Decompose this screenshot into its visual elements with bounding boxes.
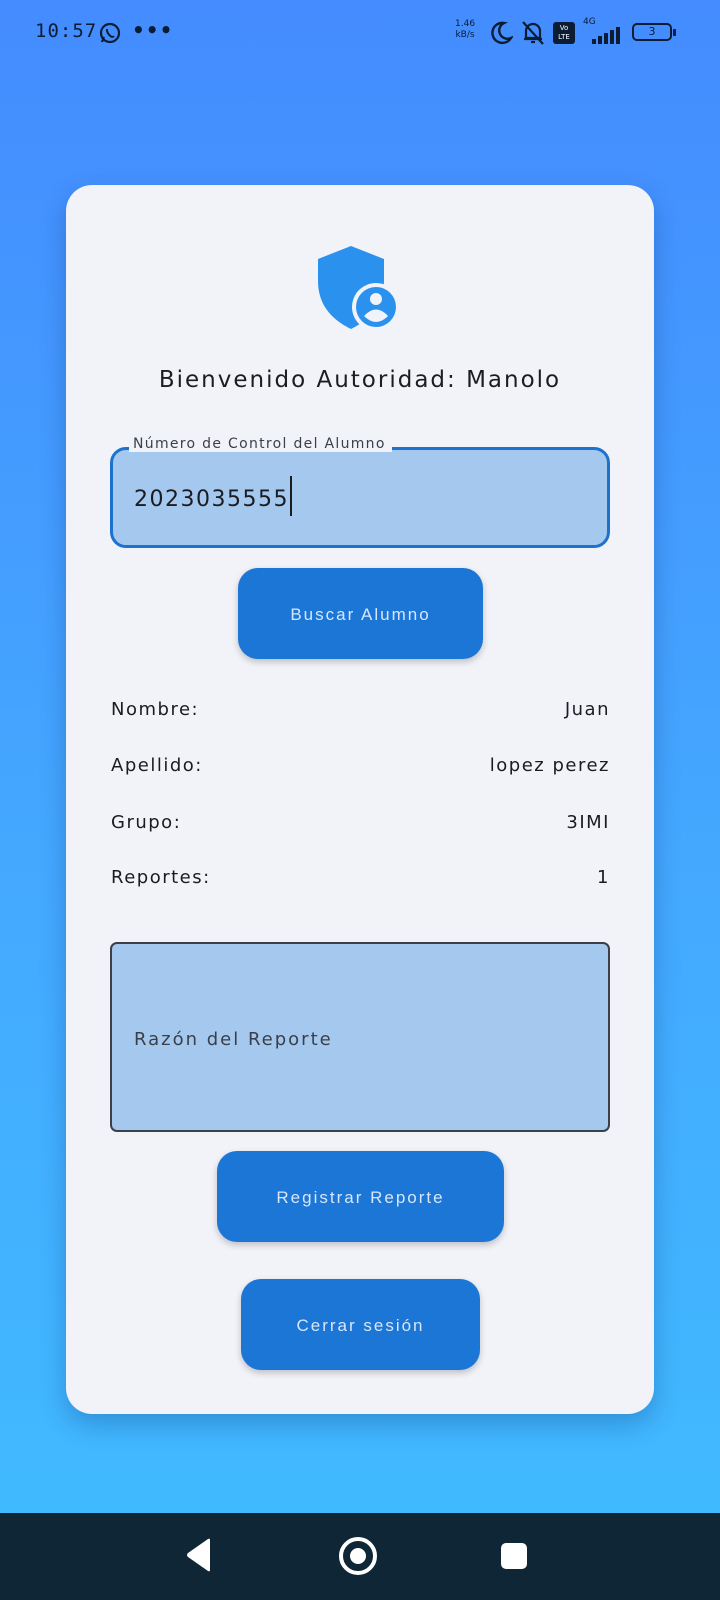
signal-icon [584,27,624,49]
net-speed-unit: kB/s [455,30,475,40]
back-icon[interactable] [186,1538,212,1576]
moon-icon [489,20,515,50]
control-number-label: Número de Control del Alumno [129,436,392,452]
text-caret [289,476,292,516]
net-speed: 1.46 kB/s [455,19,475,41]
bell-off-icon [521,20,545,50]
control-number-value: 2023035555 [134,487,289,512]
register-report-button[interactable]: Registrar Reporte [217,1151,504,1242]
network-type: 4G [583,17,596,27]
logout-button[interactable]: Cerrar sesión [241,1279,480,1370]
whatsapp-icon [99,22,121,44]
student-reports-value: 1 [597,867,610,888]
student-surname-label: Apellido: [111,755,203,776]
report-reason-placeholder: Razón del Reporte [134,1029,333,1050]
student-group-row: Grupo: 3IMI [111,812,610,840]
student-reports-label: Reportes: [111,867,211,888]
student-surname-row: Apellido: lopez perez [111,755,610,783]
volte-icon: Vo LTE [553,22,575,44]
control-number-field[interactable]: Número de Control del Alumno 2023035555 [110,436,610,548]
recent-apps-icon[interactable] [501,1543,527,1569]
student-surname-value: lopez perez [489,755,610,776]
more-notifications-icon: ••• [132,18,174,42]
student-name-label: Nombre: [111,699,200,720]
status-time: 10:57 [35,20,98,42]
login-card: Bienvenido Autoridad: Manolo Número de C… [66,185,654,1414]
welcome-title: Bienvenido Autoridad: Manolo [158,367,562,393]
report-reason-textarea[interactable]: Razón del Reporte [110,942,610,1132]
net-speed-value: 1.46 [455,19,476,29]
control-number-input[interactable]: 2023035555 [134,476,292,516]
student-group-label: Grupo: [111,812,182,833]
shield-user-icon [316,243,400,331]
student-name-value: Juan [564,699,610,720]
search-student-button[interactable]: Buscar Alumno [238,568,483,659]
student-reports-row: Reportes: 1 [111,867,610,895]
home-icon[interactable] [339,1537,377,1575]
status-bar: 10:57 ••• 1.46 kB/s Vo LTE 4G 3 [0,0,720,66]
battery-icon: 3 [632,23,676,41]
student-group-value: 3IMI [566,812,610,833]
system-nav-bar [0,1513,720,1600]
student-name-row: Nombre: Juan [111,699,610,727]
